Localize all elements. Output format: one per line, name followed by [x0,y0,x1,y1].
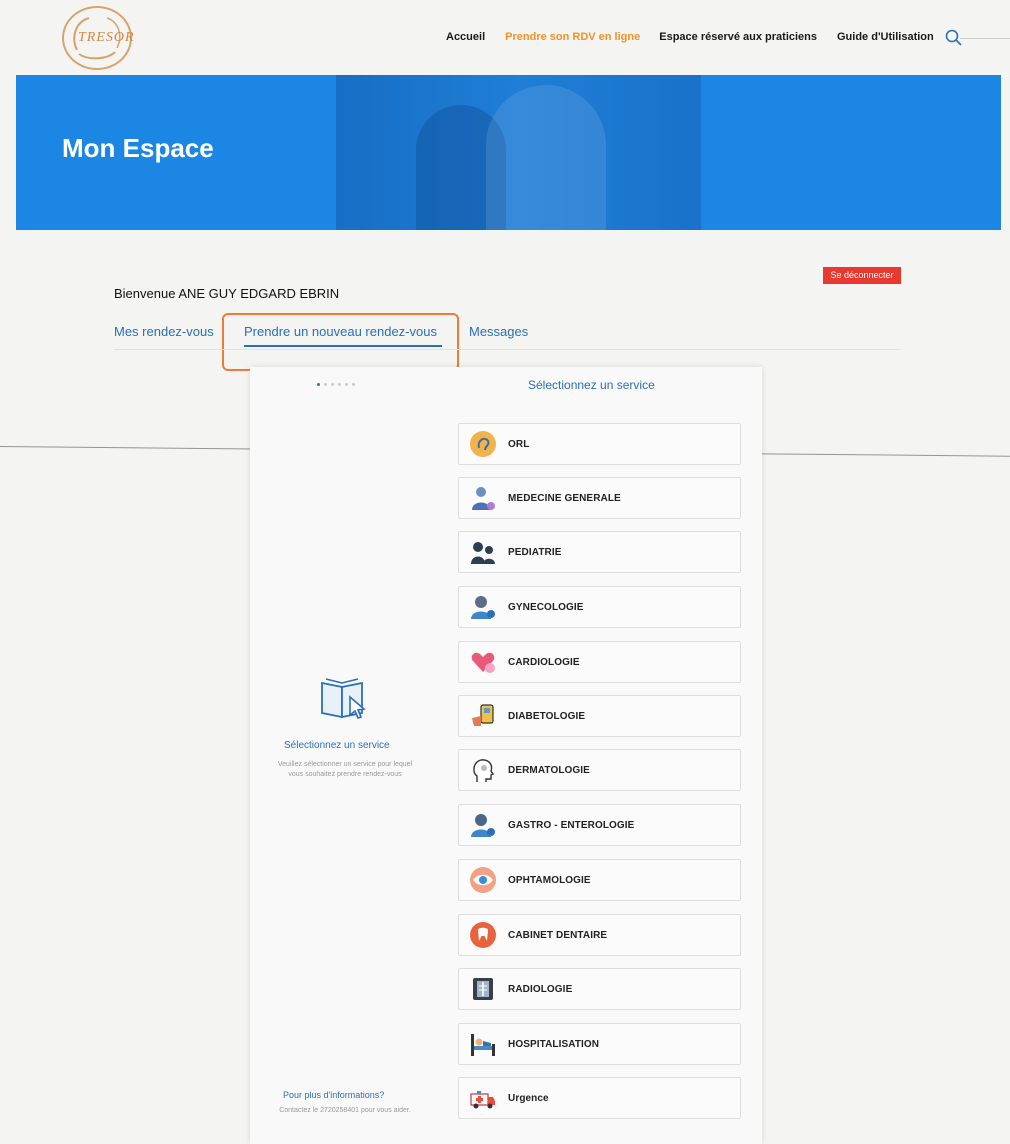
card-title: Sélectionnez un service [528,378,655,392]
service-label: Urgence [508,1092,549,1104]
service-cardiologie[interactable]: CARDIOLOGIE [458,641,741,683]
service-label: CARDIOLOGIE [508,656,580,668]
service-label: ORL [508,438,530,450]
hospital-bed-icon [471,1034,495,1056]
service-orl[interactable]: ORL [458,423,741,465]
step-dot [345,383,348,386]
service-ophtamologie[interactable]: OPHTAMOLOGIE [458,859,741,901]
info-title: Pour plus d'informations? [283,1090,385,1100]
gynecologist-icon [471,596,495,619]
hero-banner: Mon Espace [16,75,1001,230]
service-gynecologie[interactable]: GYNECOLOGIE [458,586,741,628]
ambulance-icon [470,1091,495,1109]
tab-label: Prendre un nouveau rendez-vous [244,324,437,339]
nav-espace-praticiens[interactable]: Espace réservé aux praticiens [659,31,817,43]
tab-messages[interactable]: Messages [469,324,528,339]
tab-mes-rendez-vous[interactable]: Mes rendez-vous [114,324,214,339]
service-label: GASTRO - ENTEROLOGIE [508,819,635,831]
step-indicator [317,383,355,386]
side-title: Sélectionnez un service [284,740,390,751]
eye-icon [470,867,496,893]
xray-icon [473,978,493,1000]
nav-guide[interactable]: Guide d'Utilisation [837,31,934,43]
service-pediatrie[interactable]: PEDIATRIE [458,531,741,573]
tab-active-underline [244,345,442,347]
service-urgence[interactable]: Urgence [458,1077,741,1119]
heart-icon [471,652,495,673]
step-dot [352,383,355,386]
side-description: Veuillez sélectionner un service pour le… [277,761,413,778]
top-navbar: TRESOR Accueil Prendre son RDV en ligne … [0,0,1010,75]
step-dot [324,383,327,386]
tab-highlight [222,313,459,371]
service-hospitalisation[interactable]: HOSPITALISATION [458,1023,741,1065]
logout-button[interactable]: Se déconnecter [823,267,901,284]
welcome-text: Bienvenue ANE GUY EDGARD EBRIN [114,286,340,301]
face-icon [473,759,495,782]
service-cabinet-dentaire[interactable]: CABINET DENTAIRE [458,914,741,956]
service-label: PEDIATRIE [508,546,562,558]
book-pointer-icon [321,678,366,719]
logo-text: TRESOR [78,30,135,45]
children-icon [471,542,495,564]
service-dermatologie[interactable]: DERMATOLOGIE [458,749,741,791]
header-rule [960,38,1010,39]
tab-nouveau-rendez-vous[interactable]: Prendre un nouveau rendez-vous [244,324,442,347]
service-diabetologie[interactable]: DIABETOLOGIE [458,695,741,737]
main-nav: Accueil Prendre son RDV en ligne Espace … [446,31,934,43]
step-dot [331,383,334,386]
ear-icon [470,431,496,457]
service-label: DIABETOLOGIE [508,710,586,722]
service-label: OPHTAMOLOGIE [508,874,591,886]
info-description: Contactez le 2720258401 pour vous aider. [279,1107,411,1114]
site-logo[interactable]: TRESOR [62,6,135,70]
doctor-icon [472,487,495,510]
service-medecine-generale[interactable]: MEDECINE GENERALE [458,477,741,519]
service-label: CABINET DENTAIRE [508,929,608,941]
nav-accueil[interactable]: Accueil [446,31,485,43]
step-dot [338,383,341,386]
service-label: GYNECOLOGIE [508,601,584,613]
step-dot [317,383,320,386]
service-label: DERMATOLOGIE [508,764,590,776]
gastro-doctor-icon [471,814,495,837]
service-label: HOSPITALISATION [508,1038,600,1050]
glucose-meter-icon [472,704,494,726]
service-label: MEDECINE GENERALE [508,492,621,504]
service-gastro-enterologie[interactable]: GASTRO - ENTEROLOGIE [458,804,741,846]
tooth-icon [470,922,496,948]
banner-figure [486,85,606,230]
tab-divider [114,349,900,350]
service-label: RADIOLOGIE [508,983,573,995]
service-radiologie[interactable]: RADIOLOGIE [458,968,741,1010]
page-title: Mon Espace [62,133,214,163]
nav-prendre-rdv[interactable]: Prendre son RDV en ligne [505,31,640,43]
